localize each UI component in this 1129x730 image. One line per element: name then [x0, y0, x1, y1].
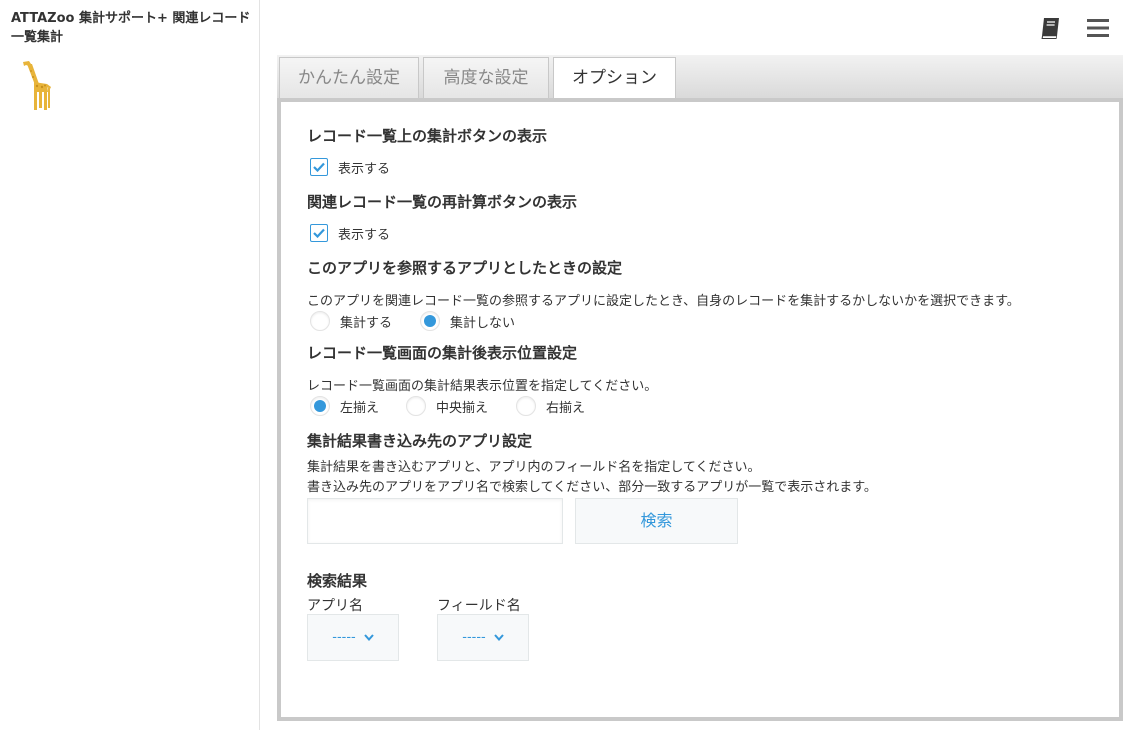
radio-label: 集計しない: [450, 315, 516, 331]
sidebar: ATTAZoo 集計サポート+ 関連レコード一覧集計: [0, 0, 260, 730]
checkbox-checked-icon[interactable]: [310, 224, 328, 242]
menu-icon[interactable]: [1087, 18, 1109, 38]
chevron-down-icon: [363, 634, 374, 641]
show-list-button-checkbox[interactable]: 表示する: [310, 156, 390, 178]
radio-label: 左揃え: [340, 400, 380, 416]
write-target-description-2: 書き込み先のアプリをアプリ名で検索してください、部分一致するアプリが一覧で表示さ…: [307, 480, 877, 495]
reference-app-description: このアプリを関連レコード一覧の参照するアプリに設定したとき、自身のレコードを集計…: [307, 294, 1020, 309]
section-title-recalc-button: 関連レコード一覧の再計算ボタンの表示: [307, 193, 578, 211]
radio-unselected-icon[interactable]: [310, 311, 330, 331]
checkbox-label: 表示する: [338, 161, 391, 177]
book-icon[interactable]: [1038, 16, 1062, 40]
show-recalc-button-checkbox[interactable]: 表示する: [310, 222, 390, 244]
section-title-write-target: 集計結果書き込み先のアプリ設定: [307, 432, 533, 450]
radio-unselected-icon[interactable]: [516, 396, 536, 416]
radio-label: 集計する: [340, 315, 393, 331]
chevron-down-icon: [493, 634, 504, 641]
section-title-display-position: レコード一覧画面の集計後表示位置設定: [307, 344, 578, 362]
section-title-reference-app: このアプリを参照するアプリとしたときの設定: [307, 259, 623, 277]
radio-unselected-icon[interactable]: [406, 396, 426, 416]
section-title-list-button: レコード一覧上の集計ボタンの表示: [307, 127, 548, 145]
giraffe-icon: [23, 61, 51, 110]
section-title-search-results: 検索結果: [307, 572, 368, 590]
app-name-label: アプリ名: [307, 598, 363, 614]
select-value: -----: [332, 630, 356, 645]
radio-label: 中央揃え: [436, 400, 489, 416]
radio-align-center[interactable]: 中央揃え: [406, 395, 488, 417]
field-name-label: フィールド名: [437, 598, 521, 614]
radio-align-left[interactable]: 左揃え: [310, 395, 379, 417]
radio-selected-icon[interactable]: [420, 311, 440, 331]
checkbox-checked-icon[interactable]: [310, 158, 328, 176]
search-button[interactable]: 検索: [575, 498, 738, 544]
radio-aggregate[interactable]: 集計する: [310, 310, 392, 332]
write-target-description-1: 集計結果を書き込むアプリと、アプリ内のフィールド名を指定してください。: [307, 460, 761, 475]
options-panel: レコード一覧上の集計ボタンの表示 表示する 関連レコード一覧の再計算ボタンの表示…: [277, 98, 1123, 721]
tab-options[interactable]: オプション: [553, 57, 676, 100]
checkbox-label: 表示する: [338, 227, 391, 243]
select-value: -----: [462, 630, 486, 645]
field-name-select[interactable]: -----: [437, 614, 529, 661]
radio-label: 右揃え: [546, 400, 586, 416]
display-position-description: レコード一覧画面の集計結果表示位置を指定してください。: [307, 379, 658, 394]
app-name-select[interactable]: -----: [307, 614, 399, 661]
app-search-input[interactable]: [307, 498, 563, 544]
tab-bar: かんたん設定 高度な設定 オプション: [277, 55, 1123, 100]
radio-align-right[interactable]: 右揃え: [516, 395, 585, 417]
tab-advanced-settings[interactable]: 高度な設定: [423, 57, 549, 99]
app-title: ATTAZoo 集計サポート+ 関連レコード一覧集計: [11, 11, 251, 45]
radio-selected-icon[interactable]: [310, 396, 330, 416]
tab-simple-settings[interactable]: かんたん設定: [279, 57, 419, 99]
radio-no-aggregate[interactable]: 集計しない: [420, 310, 515, 332]
